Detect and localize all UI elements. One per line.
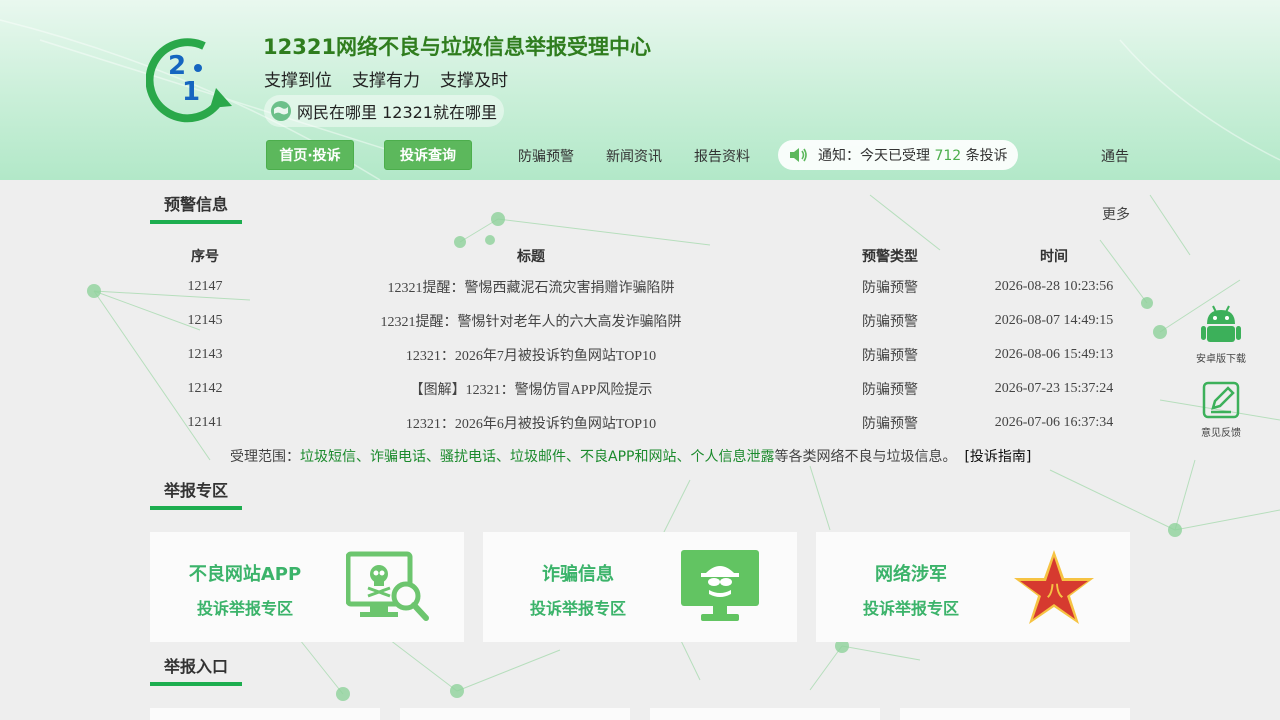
report-card-military[interactable]: 网络涉军 投诉举报专区 八 — [816, 532, 1130, 642]
notice-count: 712 — [934, 148, 962, 164]
row-title-link[interactable]: 12321提醒：警惕西藏泥石流灾害捐赠诈骗陷阱 — [260, 270, 802, 304]
table-header-row: 序号 标题 预警类型 时间 — [150, 242, 1130, 270]
android-download-button[interactable]: 安卓版下载 — [1190, 302, 1252, 365]
card-subtitle: 投诉举报专区 — [529, 599, 626, 618]
table-row: 12142 【图解】12321：警惕仿冒APP风险提示 防骗预警 2026-07… — [150, 372, 1130, 406]
notice-bar: 通知：今天已受理 712 条投诉 — [778, 140, 1018, 170]
row-time: 2026-07-23 15:37:24 — [994, 381, 1114, 396]
site-header: 2 1 12321网络不良与垃圾信息举报受理中心 支撑到位 支撑有力 支撑及时 … — [0, 0, 1280, 180]
main-nav: 首页·投诉 投诉查询 防骗预警 新闻资讯 报告资料 通知：今天已受理 712 条… — [0, 140, 1280, 170]
complaint-query-button[interactable]: 投诉查询 — [384, 140, 472, 170]
monitor-spy-icon — [681, 550, 759, 621]
feedback-label: 意见反馈 — [1201, 428, 1241, 439]
report-zone-section-title: 举报专区 — [150, 478, 242, 510]
column-header-time: 时间 — [1040, 248, 1068, 264]
notice-text: 通知：今天已受理 712 条投诉 — [818, 145, 1008, 165]
column-header-title: 标题 — [517, 248, 545, 264]
nav-link-fraud-alert[interactable]: 防骗预警 — [518, 146, 574, 166]
slogan-item: 支撑及时 — [440, 71, 508, 91]
row-time: 2026-08-06 15:49:13 — [994, 347, 1114, 362]
column-header-id: 序号 — [191, 248, 219, 264]
row-title-link[interactable]: 【图解】12321：警惕仿冒APP风险提示 — [260, 372, 802, 406]
svg-text:1: 1 — [182, 77, 200, 107]
android-icon — [1201, 305, 1241, 342]
report-entry-section-title: 举报入口 — [150, 654, 242, 686]
card-subtitle: 投诉举报专区 — [196, 599, 293, 618]
row-id: 12147 — [187, 279, 223, 294]
notice-suffix: 条投诉 — [965, 148, 1008, 164]
row-title-link[interactable]: 12321提醒：警惕针对老年人的六大高发诈骗陷阱 — [260, 304, 802, 338]
column-header-type: 预警类型 — [862, 248, 918, 264]
android-download-label: 安卓版下载 — [1196, 354, 1246, 365]
home-complaint-button[interactable]: 首页·投诉 — [266, 140, 354, 170]
table-row: 12147 12321提醒：警惕西藏泥石流灾害捐赠诈骗陷阱 防骗预警 2026-… — [150, 270, 1130, 304]
row-time: 2026-07-06 16:37:34 — [994, 415, 1114, 430]
table-row: 12145 12321提醒：警惕针对老年人的六大高发诈骗陷阱 防骗预警 2026… — [150, 304, 1130, 338]
alerts-section-title: 预警信息 — [150, 192, 242, 224]
slogan-item: 支撑到位 — [264, 71, 332, 91]
row-id: 12145 — [187, 313, 223, 328]
row-id: 12141 — [187, 415, 223, 430]
scope-suffix: 等各类网络不良与垃圾信息。 — [774, 449, 957, 465]
scope-items: 垃圾短信、诈骗电话、骚扰电话、垃圾邮件、不良APP和网站、个人信息泄露 — [300, 449, 775, 465]
speaker-icon — [790, 148, 807, 162]
acceptance-scope: 受理范围：垃圾短信、诈骗电话、骚扰电话、垃圾邮件、不良APP和网站、个人信息泄露… — [230, 446, 1031, 466]
monitor-skull-search-icon — [346, 551, 429, 621]
card-subtitle: 投诉举报专区 — [862, 599, 959, 618]
table-row: 12141 12321：2026年6月被投诉钓鱼网站TOP10 防骗预警 202… — [150, 406, 1130, 440]
alerts-table: 序号 标题 预警类型 时间 12147 12321提醒：警惕西藏泥石流灾害捐赠诈… — [150, 242, 1130, 440]
row-type: 防骗预警 — [862, 280, 918, 296]
entry-card[interactable] — [400, 708, 630, 720]
row-type: 防骗预警 — [862, 314, 918, 330]
site-title: 12321网络不良与垃圾信息举报受理中心 — [263, 35, 652, 59]
edit-feedback-icon — [1202, 381, 1240, 419]
motto-text: 网民在哪里 12321就在哪里 — [297, 103, 497, 122]
nav-link-reports[interactable]: 报告资料 — [694, 146, 750, 166]
slogan-item: 支撑有力 — [352, 71, 420, 91]
table-row: 12143 12321：2026年7月被投诉钓鱼网站TOP10 防骗预警 202… — [150, 338, 1130, 372]
red-star-emblem-icon: 八 — [1014, 550, 1094, 624]
row-title-link[interactable]: 12321：2026年7月被投诉钓鱼网站TOP10 — [260, 338, 802, 372]
card-title: 不良网站APP — [188, 564, 302, 585]
nav-link-news[interactable]: 新闻资讯 — [606, 146, 662, 166]
logo-12321-icon: 2 1 — [146, 38, 232, 123]
svg-text:八: 八 — [1046, 581, 1064, 600]
card-title: 诈骗信息 — [542, 564, 614, 585]
entry-card[interactable] — [650, 708, 880, 720]
row-time: 2026-08-28 10:23:56 — [994, 279, 1114, 294]
feedback-button[interactable]: 意见反馈 — [1190, 380, 1252, 439]
card-title: 网络涉军 — [875, 564, 947, 585]
row-id: 12143 — [187, 347, 223, 362]
scope-prefix: 受理范围： — [230, 449, 300, 465]
row-id: 12142 — [187, 381, 223, 396]
entry-card[interactable] — [150, 708, 380, 720]
globe-icon — [271, 101, 291, 121]
complaint-guide-link[interactable]: [投诉指南] — [964, 449, 1031, 465]
report-card-fraud-info[interactable]: 诈骗信息 投诉举报专区 — [483, 532, 797, 642]
row-type: 防骗预警 — [862, 348, 918, 364]
entry-card[interactable] — [900, 708, 1130, 720]
slogan-list: 支撑到位 支撑有力 支撑及时 — [264, 66, 508, 91]
report-card-bad-website-app[interactable]: 不良网站APP 投诉举报专区 — [150, 532, 464, 642]
alerts-more-link[interactable]: 更多 — [1102, 204, 1130, 224]
row-time: 2026-08-07 14:49:15 — [994, 313, 1114, 328]
row-type: 防骗预警 — [862, 416, 918, 432]
motto-banner: 网民在哪里 12321就在哪里 — [264, 95, 504, 127]
row-type: 防骗预警 — [862, 382, 918, 398]
nav-link-announcement[interactable]: 通告 — [1101, 146, 1129, 166]
notice-prefix: 通知：今天已受理 — [818, 148, 930, 164]
row-title-link[interactable]: 12321：2026年6月被投诉钓鱼网站TOP10 — [260, 406, 802, 440]
